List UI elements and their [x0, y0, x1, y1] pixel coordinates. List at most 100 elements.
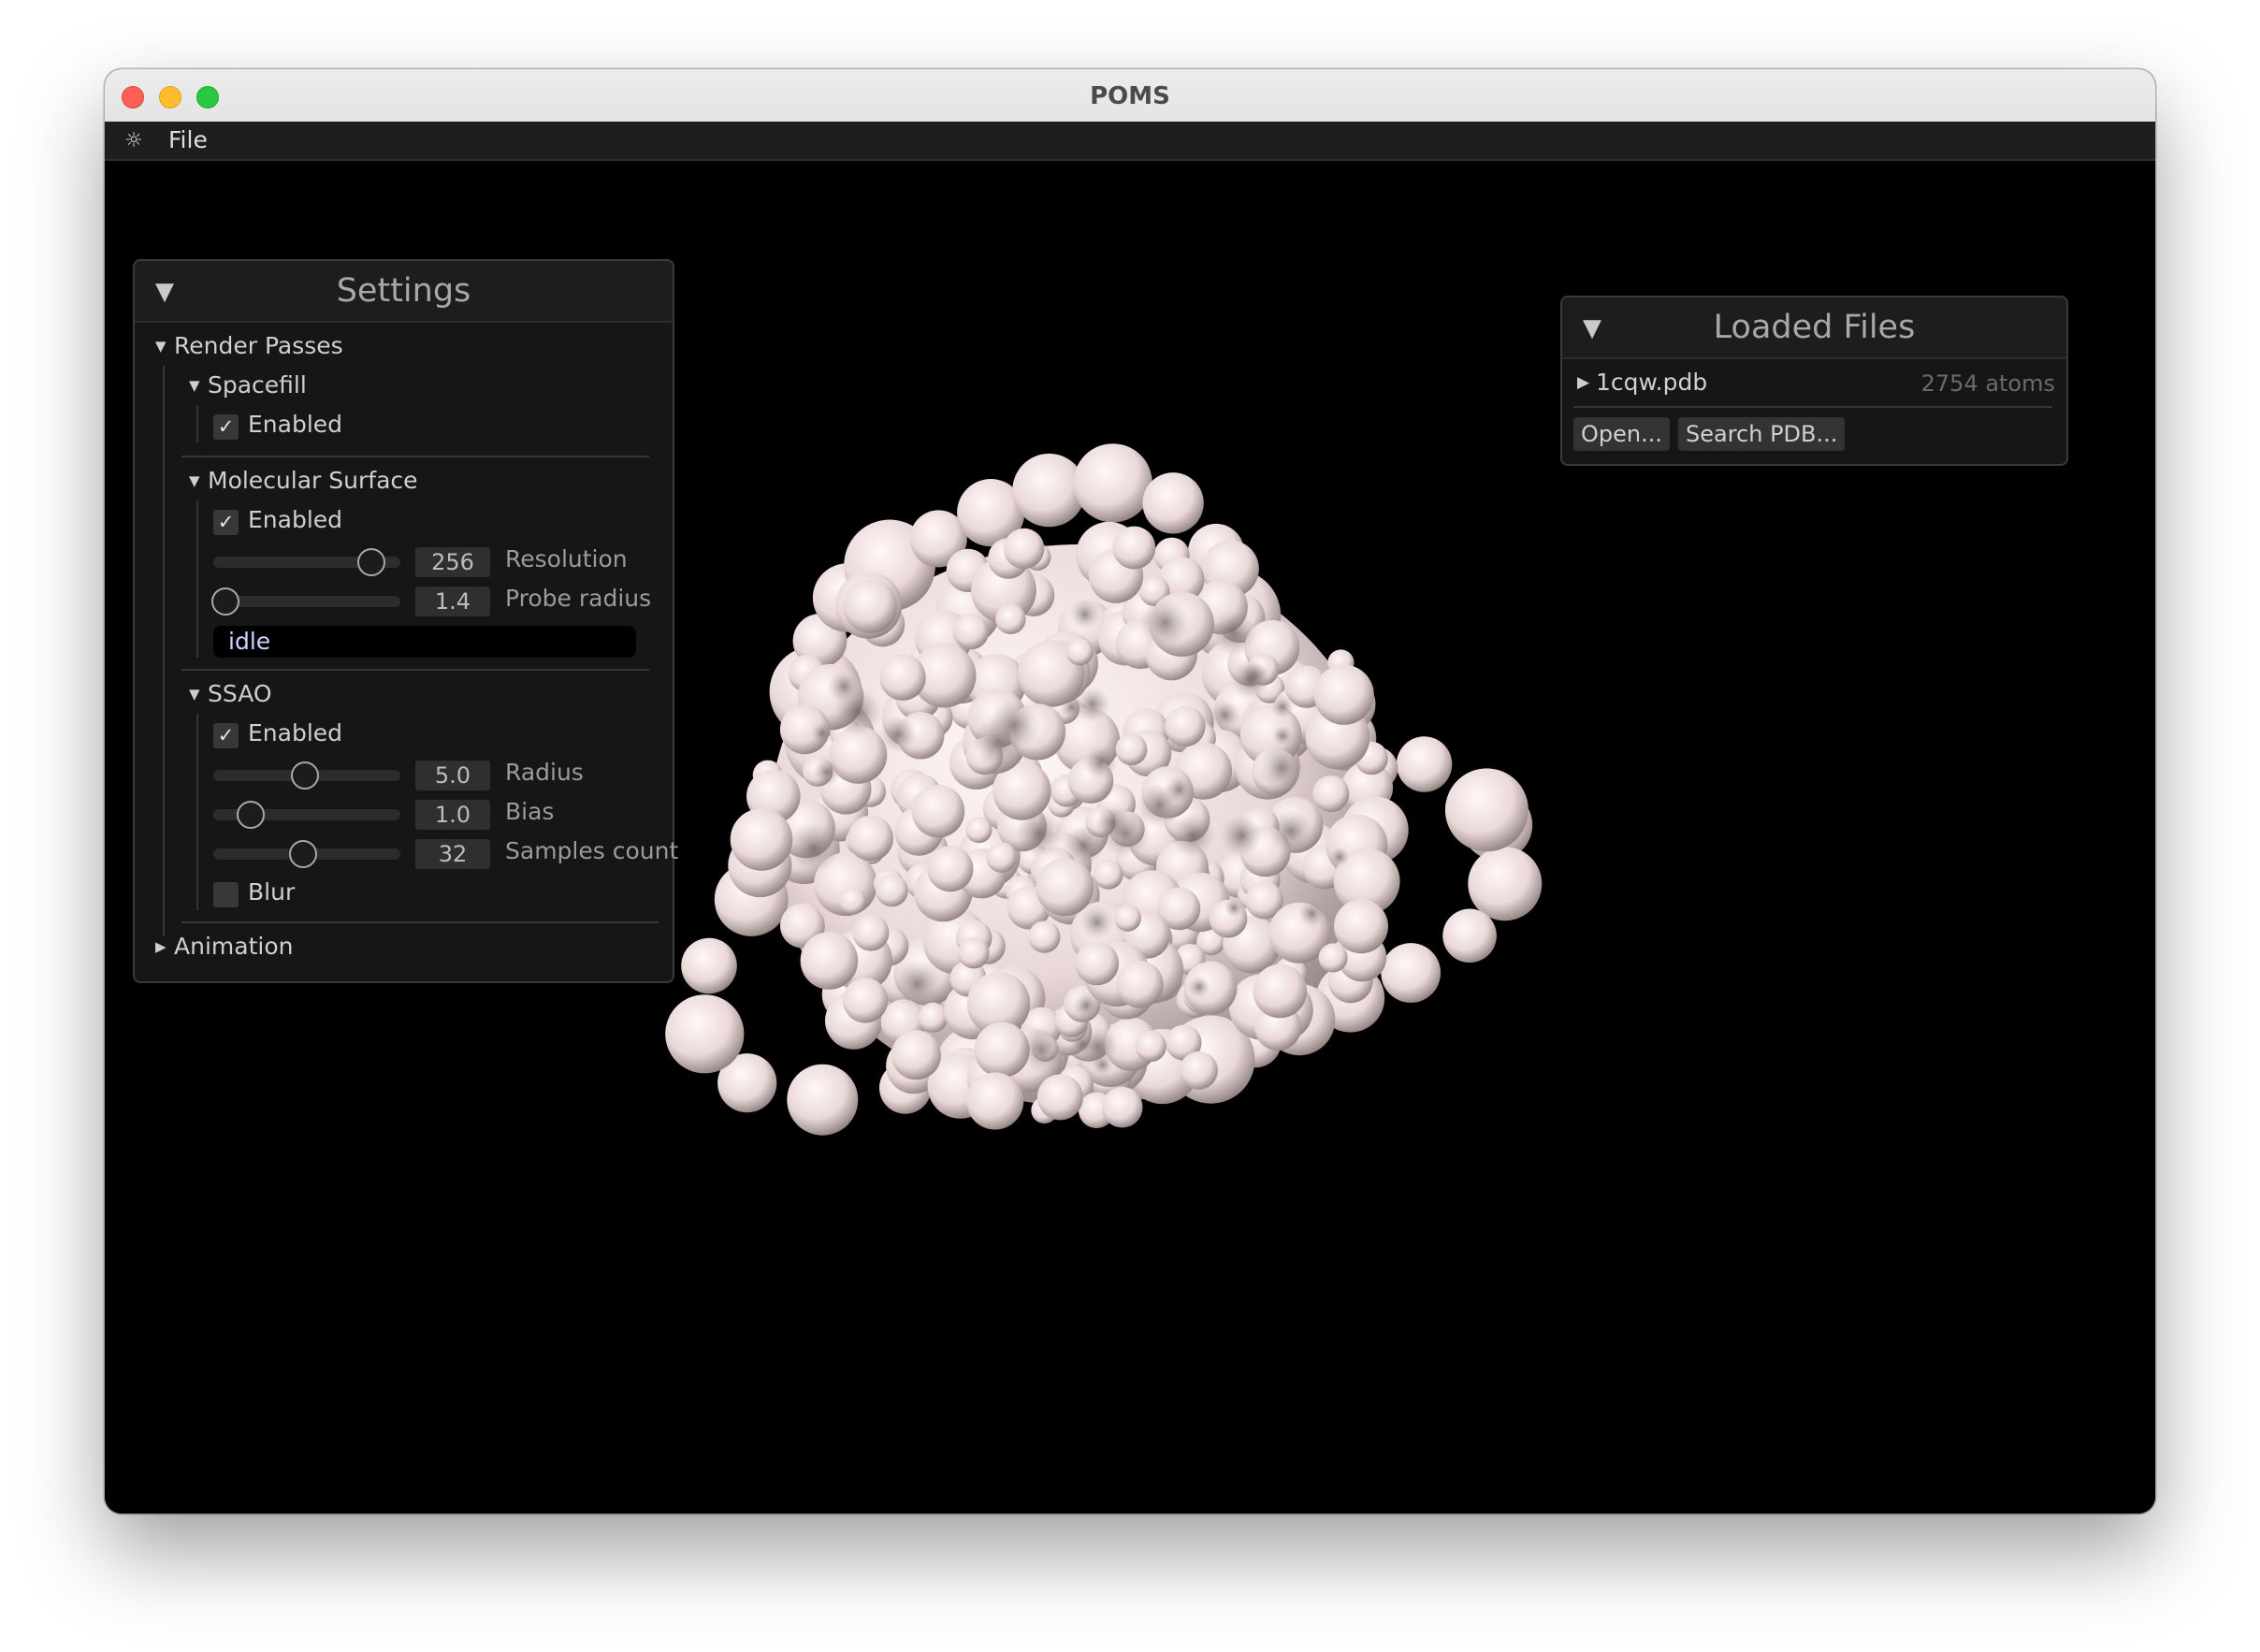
surface-pocket	[1188, 976, 1210, 998]
surface-bump	[1036, 1074, 1083, 1121]
ssao-samples-value[interactable]: 32	[415, 839, 490, 869]
gear-icon[interactable]: ☼	[122, 129, 146, 153]
surface-bump	[1114, 905, 1141, 932]
surface-enabled-label: Enabled	[248, 506, 343, 533]
surface-pocket	[1230, 659, 1271, 700]
expanded-arrow-icon: ▼	[189, 472, 200, 489]
ssao-enabled-checkbox[interactable]: ✓	[213, 723, 239, 748]
loaded-files-header: ▼ Loaded Files	[1562, 297, 2066, 359]
ssao-samples-slider-knob[interactable]	[289, 840, 318, 868]
surface-bump	[852, 914, 890, 951]
app-window: POMS ☼ File ▼ Settings ▼ Render Passes ▼…	[105, 69, 2155, 1514]
expanded-arrow-icon: ▼	[155, 338, 167, 355]
surface-lobe	[787, 1064, 859, 1136]
surface-bump	[1036, 858, 1094, 917]
menu-file[interactable]: File	[168, 126, 208, 153]
surface-pocket	[1298, 900, 1326, 928]
surface-pocket	[1060, 695, 1084, 719]
surface-pocket	[813, 758, 841, 786]
animation-header[interactable]: ▶ Animation	[155, 933, 293, 960]
render-passes-label: Render Passes	[174, 332, 343, 359]
ssao-radius-slider[interactable]	[213, 761, 400, 790]
spacefill-enabled-checkbox[interactable]: ✓	[213, 414, 239, 440]
surface-bump	[1116, 961, 1164, 1008]
spacefill-enabled-label: Enabled	[248, 411, 343, 438]
surface-bump	[1312, 775, 1350, 813]
ssao-header[interactable]: ▼ SSAO	[189, 680, 272, 707]
atom-count: 2754 atoms	[1920, 370, 2055, 397]
surface-pocket	[1268, 808, 1313, 854]
collapsed-arrow-icon: ▶	[1577, 373, 1590, 392]
surface-bump	[1112, 526, 1156, 570]
surface-bump	[891, 1030, 941, 1080]
tree-guide	[196, 405, 198, 442]
probe-radius-label: Probe radius	[505, 585, 652, 612]
surface-bump	[1004, 528, 1045, 570]
probe-radius-slider-knob[interactable]	[211, 587, 239, 616]
molecular-surface-header[interactable]: ▼ Molecular Surface	[189, 467, 418, 494]
loaded-files-panel: ▼ Loaded Files ▶ 1cqw.pdb 2754 atoms Open…	[1560, 296, 2068, 466]
settings-title: Settings	[336, 272, 471, 310]
surface-lobe	[681, 937, 737, 994]
ssao-samples-slider[interactable]	[213, 840, 400, 868]
separator	[181, 921, 659, 923]
surface-bump	[911, 785, 965, 838]
surface-bump	[927, 846, 974, 892]
open-button[interactable]: Open...	[1573, 417, 1670, 451]
ssao-bias-value[interactable]: 1.0	[415, 800, 490, 830]
surface-bump	[986, 842, 1017, 873]
probe-radius-value[interactable]: 1.4	[415, 587, 490, 616]
surface-pocket	[1063, 824, 1106, 866]
probe-radius-slider[interactable]	[211, 587, 400, 616]
ssao-bias-slider[interactable]	[213, 801, 400, 829]
resolution-value[interactable]: 256	[415, 547, 490, 577]
surface-pocket	[1018, 1026, 1065, 1073]
tree-guide	[196, 714, 198, 910]
surface-lobe	[1396, 736, 1453, 792]
surface-bump	[839, 887, 866, 915]
spacefill-header[interactable]: ▼ Spacefill	[189, 371, 307, 399]
settings-panel: ▼ Settings ▼ Render Passes ▼ Spacefill ✓ E…	[133, 259, 678, 983]
surface-pocket	[1165, 775, 1194, 804]
file-name: 1cqw.pdb	[1596, 369, 1708, 396]
surface-bump	[965, 817, 992, 844]
surface-bump	[1165, 705, 1206, 747]
surface-pocket	[988, 699, 1040, 751]
surface-bump	[1313, 664, 1374, 725]
render-passes-header[interactable]: ▼ Render Passes	[155, 332, 343, 359]
surface-lobe	[1073, 443, 1152, 523]
surface-bump	[800, 932, 859, 990]
surface-pocket	[810, 721, 833, 745]
ssao-bias-label: Bias	[505, 798, 555, 825]
ssao-radius-slider-knob[interactable]	[291, 761, 319, 790]
surface-pocket	[1224, 898, 1244, 918]
file-row[interactable]: ▶ 1cqw.pdb	[1577, 369, 1707, 396]
spacefill-label: Spacefill	[208, 371, 307, 399]
3d-viewport[interactable]: ▼ Settings ▼ Render Passes ▼ Spacefill ✓ E…	[105, 161, 2155, 1514]
surface-pocket	[1258, 744, 1306, 792]
surface-pocket	[1209, 699, 1240, 731]
window-title: POMS	[1090, 82, 1170, 110]
surface-bump	[876, 874, 908, 907]
blur-label: Blur	[248, 878, 296, 906]
surface-lobe	[1444, 768, 1528, 852]
resolution-slider[interactable]	[213, 548, 400, 576]
molecular-surface-label: Molecular Surface	[208, 467, 418, 494]
surface-enabled-checkbox[interactable]: ✓	[213, 510, 239, 535]
ssao-bias-slider-knob[interactable]	[237, 801, 266, 829]
surface-bump	[1334, 899, 1388, 954]
resolution-slider-knob[interactable]	[357, 548, 386, 576]
surface-pocket	[1072, 992, 1101, 1020]
surface-pocket	[1015, 809, 1064, 858]
surface-bump	[1065, 638, 1094, 666]
surface-pocket	[1069, 599, 1100, 630]
tree-guide	[163, 366, 165, 936]
search-pdb-button[interactable]: Search PDB...	[1678, 417, 1846, 451]
animation-label: Animation	[174, 933, 294, 960]
ssao-radius-value[interactable]: 5.0	[415, 761, 490, 790]
surface-bump	[848, 815, 893, 862]
blur-checkbox[interactable]	[213, 882, 239, 907]
surface-bump	[730, 808, 793, 871]
surface-status: idle	[213, 626, 636, 658]
surface-bump	[1253, 964, 1308, 1019]
